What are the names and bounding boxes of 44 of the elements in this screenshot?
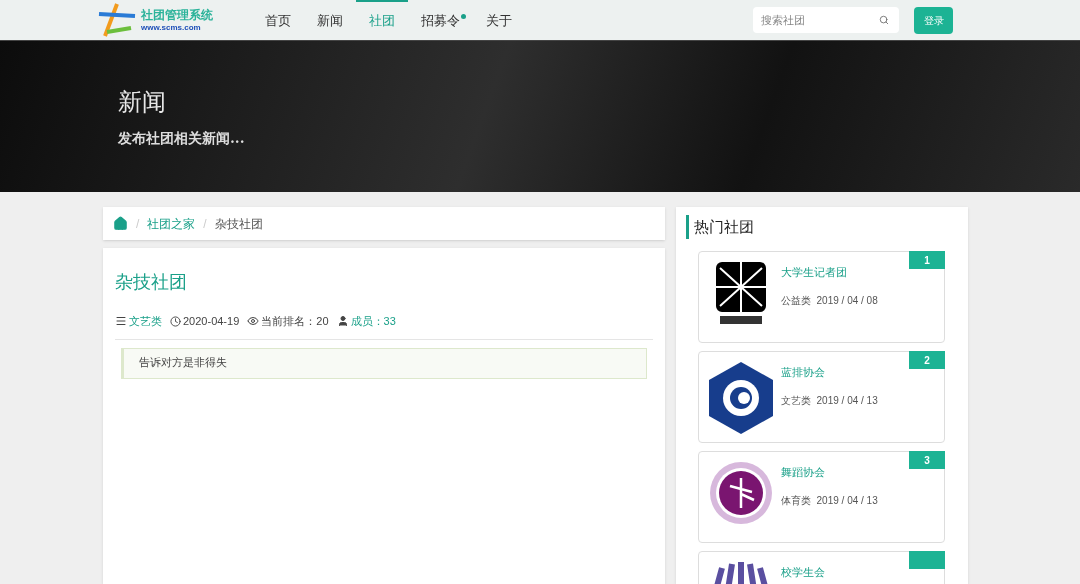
club-name[interactable]: 舞蹈协会 bbox=[781, 464, 878, 481]
rank-badge: 2 bbox=[909, 351, 945, 369]
banner-subtitle: 发布社团相关新闻... bbox=[118, 129, 246, 148]
login-button[interactable]: 登录 bbox=[914, 6, 953, 34]
club-logo bbox=[708, 460, 774, 526]
nav-link[interactable]: 首页 bbox=[252, 0, 304, 40]
clock-icon bbox=[170, 315, 181, 327]
club-meta: 公益类 2019 / 04 / 08 bbox=[781, 293, 878, 308]
person-icon bbox=[336, 315, 349, 328]
rank-text: 当前排名：20 bbox=[261, 314, 329, 329]
club-card[interactable]: 校学生会 bbox=[698, 551, 945, 584]
site-title: 社团管理系统 bbox=[141, 7, 213, 23]
list-icon bbox=[115, 315, 127, 328]
article-title: 杂技社团 bbox=[115, 270, 188, 294]
eye-icon bbox=[247, 315, 260, 328]
club-card[interactable]: 蓝排协会 文艺类 2019 / 04 / 13 2 bbox=[698, 351, 945, 443]
breadcrumb-link[interactable]: 社团之家 bbox=[147, 214, 196, 233]
club-meta: 文艺类 2019 / 04 / 13 bbox=[781, 393, 878, 408]
rank-badge: 1 bbox=[909, 251, 945, 269]
panel-title: 热门社团 bbox=[686, 215, 968, 239]
nav-link[interactable]: 新闻 bbox=[304, 0, 356, 40]
member-count: 成员：33 bbox=[350, 314, 396, 329]
club-card[interactable]: 大学生记者团 公益类 2019 / 04 / 08 1 bbox=[698, 251, 945, 343]
post-date: 2020-04-19 bbox=[183, 314, 240, 329]
note-box: 告诉对方是非得失 bbox=[121, 347, 647, 379]
category-link[interactable]: 文艺类 bbox=[129, 313, 162, 330]
breadcrumb-separator: / bbox=[203, 215, 207, 233]
club-name[interactable]: 校学生会 bbox=[781, 564, 825, 581]
nav-link[interactable]: 关于 bbox=[473, 0, 525, 40]
rank-badge bbox=[909, 551, 945, 569]
site-url: www.scms.com bbox=[141, 22, 202, 33]
breadcrumb-current: 杂技社团 bbox=[214, 215, 263, 233]
club-name[interactable]: 大学生记者团 bbox=[781, 264, 878, 281]
club-card[interactable]: 舞蹈协会 体育类 2019 / 04 / 13 3 bbox=[698, 451, 945, 543]
search-icon bbox=[879, 15, 889, 25]
site-logo[interactable]: 社团管理系统 www.scms.com bbox=[97, 2, 242, 38]
nav-link[interactable]: 招募令 bbox=[408, 0, 473, 40]
club-meta: 体育类 2019 / 04 / 13 bbox=[781, 493, 878, 508]
search-field[interactable]: 搜索社团 bbox=[753, 7, 899, 33]
breadcrumb-separator: / bbox=[136, 215, 140, 233]
home-icon[interactable] bbox=[113, 216, 128, 231]
rank-badge: 3 bbox=[909, 451, 945, 469]
banner-title: 新闻 bbox=[118, 87, 167, 118]
club-name[interactable]: 蓝排协会 bbox=[781, 364, 878, 381]
